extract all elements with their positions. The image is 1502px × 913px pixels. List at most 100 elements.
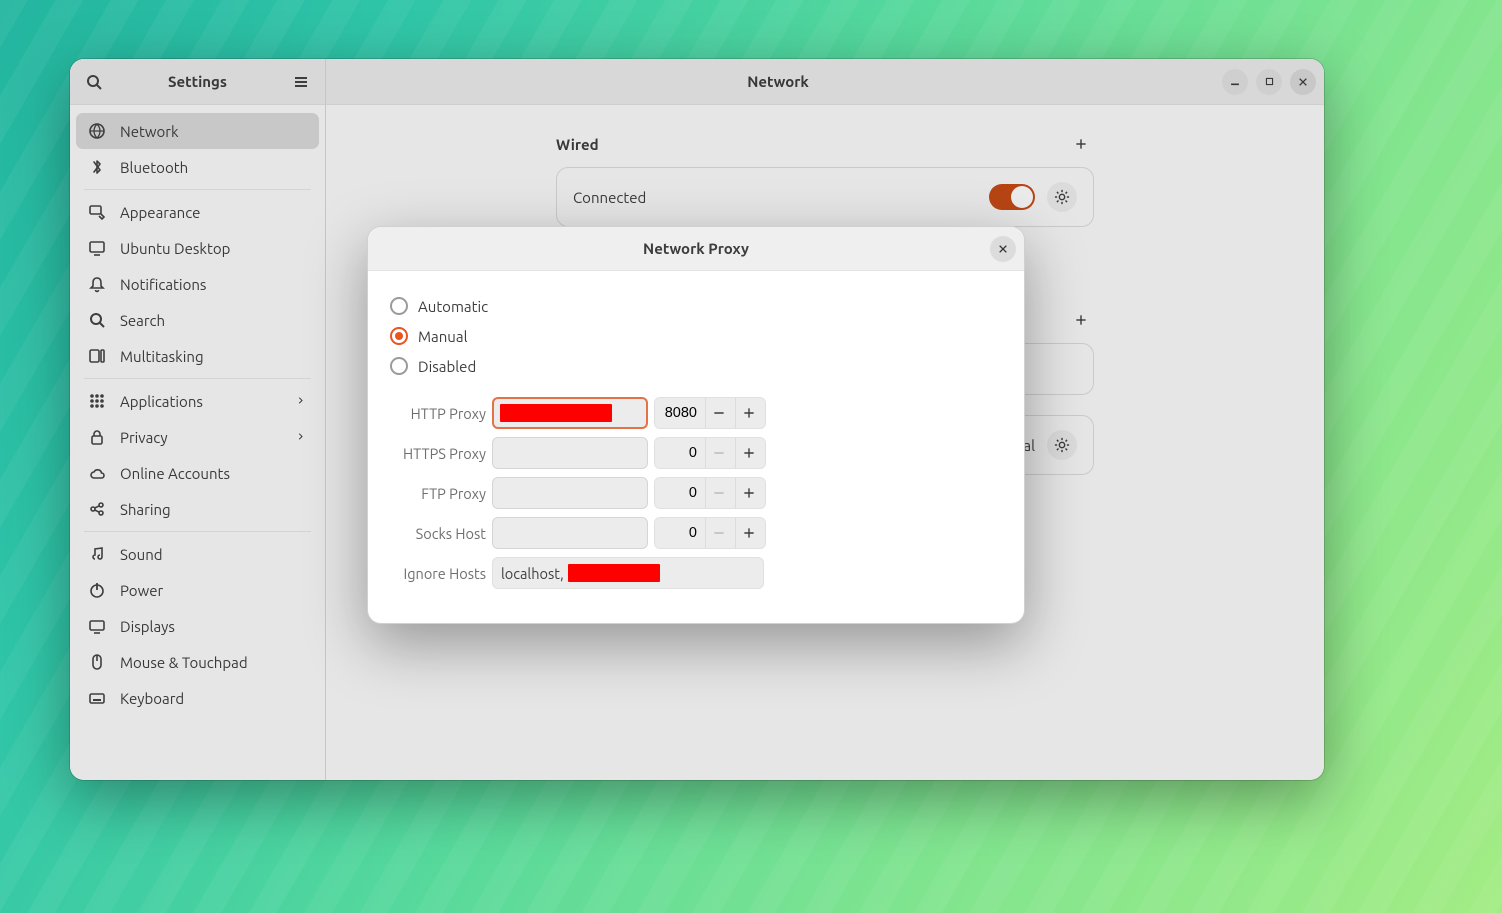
bell-icon: [88, 275, 106, 293]
sidebar-item-label: Power: [120, 582, 307, 599]
gear-icon: [1054, 189, 1070, 205]
ignore-hosts-label: Ignore Hosts: [390, 565, 486, 582]
add-wired-button[interactable]: [1068, 131, 1094, 157]
sidebar-item-sound[interactable]: Sound: [76, 536, 319, 572]
sidebar-item-bluetooth[interactable]: Bluetooth: [76, 149, 319, 185]
https-proxy-row: HTTPS Proxy: [390, 437, 1002, 469]
chevron-right-icon: [297, 396, 307, 406]
redacted-content: [500, 404, 612, 422]
sidebar-item-privacy[interactable]: Privacy: [76, 419, 319, 455]
https-proxy-label: HTTPS Proxy: [390, 445, 486, 462]
sidebar-item-label: Notifications: [120, 276, 307, 293]
sidebar-separator: [84, 531, 311, 532]
http-proxy-port-increment[interactable]: [735, 398, 765, 428]
sidebar-item-label: Ubuntu Desktop: [120, 240, 307, 257]
sidebar-item-online-accounts[interactable]: Online Accounts: [76, 455, 319, 491]
search-button[interactable]: [78, 66, 110, 98]
radio-icon: [390, 297, 408, 315]
plus-icon: [742, 446, 756, 460]
http-proxy-port-input[interactable]: [655, 398, 705, 428]
power-icon: [88, 581, 106, 599]
https-proxy-host-input[interactable]: [492, 437, 648, 469]
proxy-mode-automatic[interactable]: Automatic: [390, 291, 1002, 321]
search-icon: [85, 73, 103, 91]
bluetooth-icon: [88, 158, 106, 176]
ignore-hosts-prefix: localhost,: [501, 565, 564, 582]
sidebar-item-label: Bluetooth: [120, 159, 307, 176]
add-vpn-button[interactable]: [1068, 307, 1094, 333]
ftp-proxy-port-input[interactable]: [655, 478, 705, 508]
sidebar-item-search[interactable]: Search: [76, 302, 319, 338]
sidebar-item-label: Sharing: [120, 501, 307, 518]
proxy-settings-button-peek[interactable]: [1047, 430, 1077, 460]
http-proxy-port-decrement[interactable]: [705, 398, 735, 428]
https-proxy-port-decrement: [705, 438, 735, 468]
wired-settings-button[interactable]: [1047, 182, 1077, 212]
sidebar-item-power[interactable]: Power: [76, 572, 319, 608]
display-brush-icon: [88, 203, 106, 221]
sidebar-item-network[interactable]: Network: [76, 113, 319, 149]
minus-icon: [712, 486, 726, 500]
sidebar-item-keyboard[interactable]: Keyboard: [76, 680, 319, 716]
cloud-icon: [88, 464, 106, 482]
radio-label: Disabled: [418, 358, 476, 375]
displays-icon: [88, 617, 106, 635]
redacted-content: [568, 564, 660, 582]
wired-status-text: Connected: [573, 189, 977, 206]
socks-port-input[interactable]: [655, 518, 705, 548]
dialog-header: Network Proxy: [368, 227, 1024, 271]
window-maximize-button[interactable]: [1256, 69, 1282, 95]
radio-icon: [390, 327, 408, 345]
sidebar-item-multitasking[interactable]: Multitasking: [76, 338, 319, 374]
plus-icon: [1074, 312, 1088, 328]
wired-section-header: Wired: [556, 131, 1094, 157]
ftp-proxy-host-input[interactable]: [492, 477, 648, 509]
sidebar-item-sharing[interactable]: Sharing: [76, 491, 319, 527]
settings-sidebar: Settings NetworkBluetoothAppearanceUbunt…: [70, 59, 326, 780]
keyboard-icon: [88, 689, 106, 707]
https-proxy-port-increment[interactable]: [735, 438, 765, 468]
window-minimize-button[interactable]: [1222, 69, 1248, 95]
proxy-mode-disabled[interactable]: Disabled: [390, 351, 1002, 381]
sidebar-item-displays[interactable]: Displays: [76, 608, 319, 644]
sidebar-item-appearance[interactable]: Appearance: [76, 194, 319, 230]
sidebar-item-label: Online Accounts: [120, 465, 307, 482]
socks-port-increment[interactable]: [735, 518, 765, 548]
window-close-button[interactable]: [1290, 69, 1316, 95]
socks-host-label: Socks Host: [390, 525, 486, 542]
sidebar-separator: [84, 189, 311, 190]
sidebar-item-ubuntu-desktop[interactable]: Ubuntu Desktop: [76, 230, 319, 266]
minus-icon: [712, 406, 726, 420]
sidebar-item-applications[interactable]: Applications: [76, 383, 319, 419]
wired-toggle-switch[interactable]: [989, 184, 1035, 210]
proxy-mode-value-peek: al: [1023, 437, 1035, 454]
proxy-mode-manual[interactable]: Manual: [390, 321, 1002, 351]
https-proxy-port-input[interactable]: [655, 438, 705, 468]
hamburger-menu-button[interactable]: [285, 66, 317, 98]
radio-label: Automatic: [418, 298, 488, 315]
sidebar-item-notifications[interactable]: Notifications: [76, 266, 319, 302]
sidebar-item-mouse[interactable]: Mouse & Touchpad: [76, 644, 319, 680]
dialog-title: Network Proxy: [643, 240, 749, 257]
http-proxy-label: HTTP Proxy: [390, 405, 486, 422]
socks-host-row: Socks Host: [390, 517, 1002, 549]
search-icon: [88, 311, 106, 329]
ftp-proxy-port-increment[interactable]: [735, 478, 765, 508]
sidebar-list: Network Bluetooth Appearance Ubuntu Desktop…: [70, 105, 325, 780]
ignore-hosts-input[interactable]: localhost,: [492, 557, 764, 589]
wired-connection-row: Connected: [556, 167, 1094, 227]
multitask-icon: [88, 347, 106, 365]
ftp-proxy-row: FTP Proxy: [390, 477, 1002, 509]
share-icon: [88, 500, 106, 518]
plus-icon: [742, 526, 756, 540]
sidebar-item-label: Keyboard: [120, 690, 307, 707]
sidebar-item-label: Multitasking: [120, 348, 307, 365]
ftp-proxy-port-decrement: [705, 478, 735, 508]
maximize-icon: [1264, 76, 1275, 87]
radio-icon: [390, 357, 408, 375]
socks-host-input[interactable]: [492, 517, 648, 549]
lock-icon: [88, 428, 106, 446]
dialog-close-button[interactable]: [990, 236, 1016, 262]
music-icon: [88, 545, 106, 563]
http-proxy-host-input[interactable]: [492, 397, 648, 429]
